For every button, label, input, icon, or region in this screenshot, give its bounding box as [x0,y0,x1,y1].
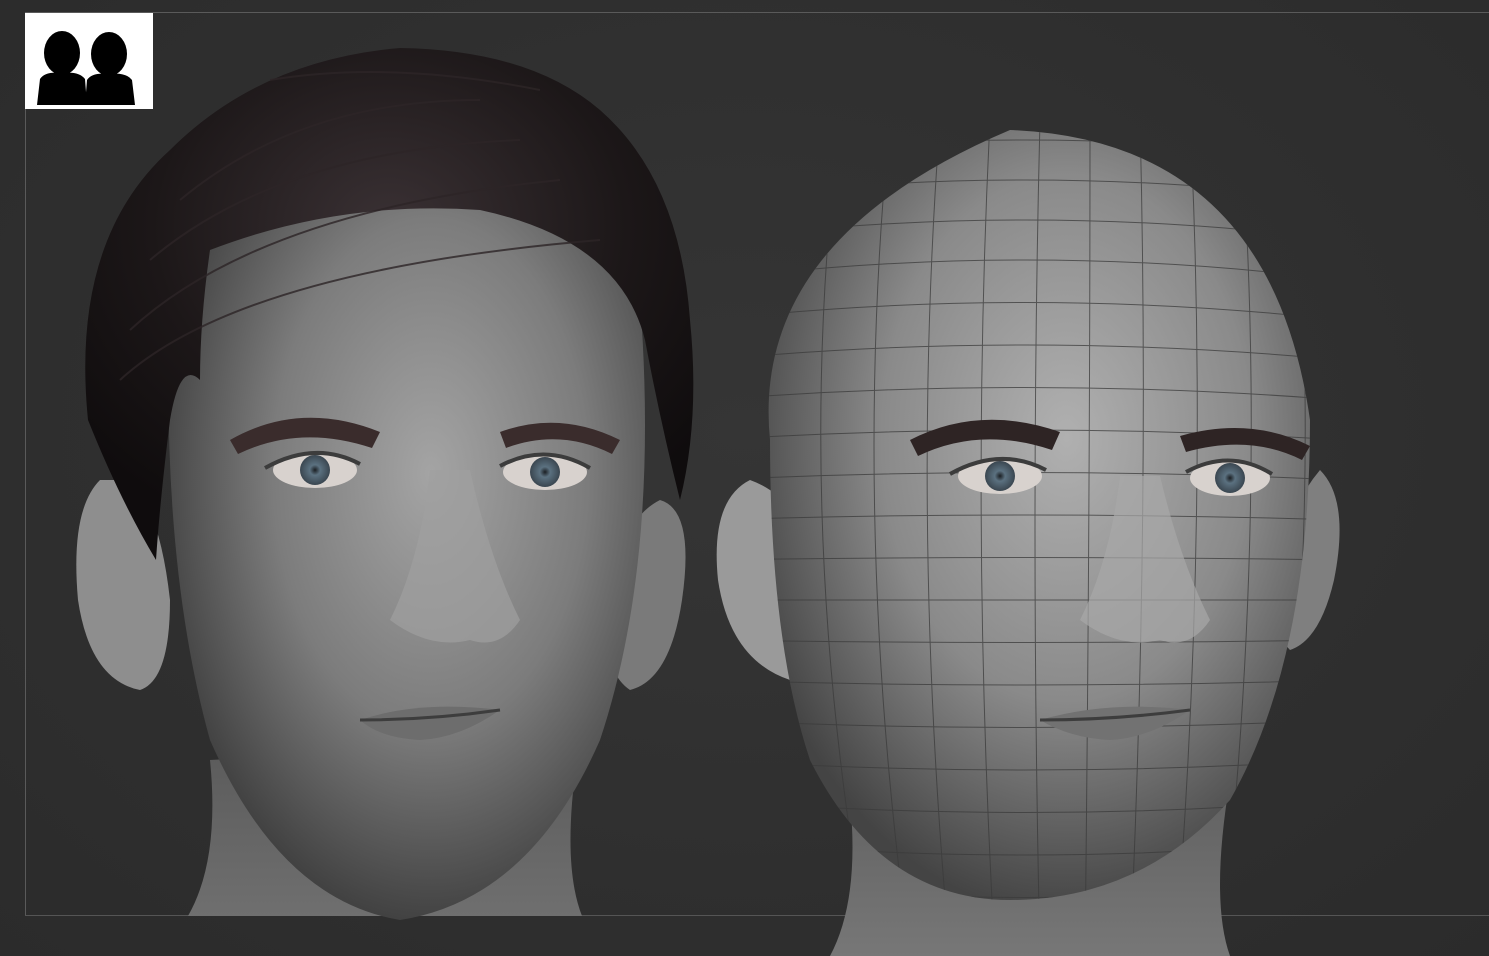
sculpt-viewport[interactable] [0,0,1489,956]
viewport-frame-left [25,12,26,916]
sculpt-bald-wireframe[interactable] [710,120,1340,956]
sculpt-with-hair[interactable] [60,40,700,956]
viewport-frame-top [25,12,1489,13]
